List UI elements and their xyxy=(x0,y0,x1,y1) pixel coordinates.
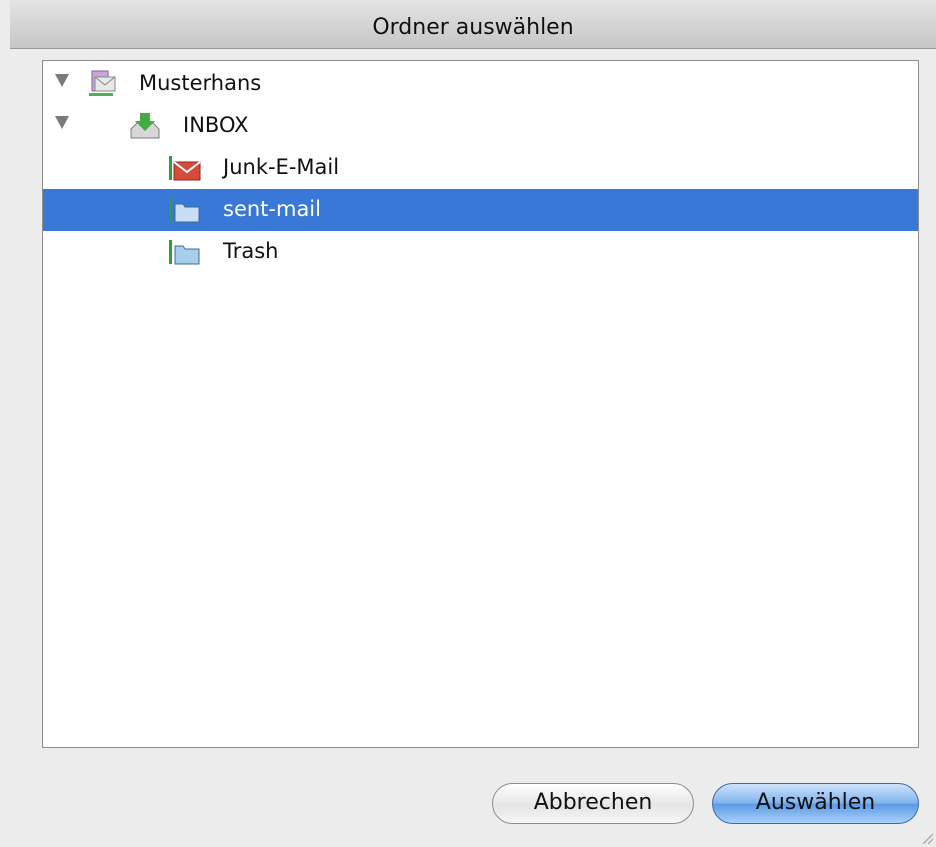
tree-row-inbox[interactable]: INBOX xyxy=(43,105,918,147)
tree-label-sent-mail: sent-mail xyxy=(223,197,321,221)
resize-grip-icon[interactable] xyxy=(920,831,934,845)
disclosure-triangle-icon[interactable] xyxy=(55,116,69,129)
tree-label-junk: Junk-E-Mail xyxy=(223,155,340,179)
tree-row-sent-mail[interactable]: sent-mail xyxy=(43,189,918,231)
dialog-title: Ordner auswählen xyxy=(10,0,936,49)
tree-label-inbox: INBOX xyxy=(183,113,249,137)
folder-icon xyxy=(169,198,200,223)
tree-row-account[interactable]: Musterhans xyxy=(43,63,918,105)
tree-label-account: Musterhans xyxy=(139,71,262,95)
cancel-button[interactable]: Abbrechen xyxy=(492,783,694,824)
inbox-icon xyxy=(130,113,160,139)
select-button[interactable]: Auswählen xyxy=(712,783,919,824)
tree-row-trash[interactable]: Trash xyxy=(43,231,918,273)
folder-icon xyxy=(169,240,200,265)
disclosure-triangle-icon[interactable] xyxy=(55,74,69,87)
junk-mail-icon xyxy=(169,156,201,181)
folder-tree[interactable]: Musterhans INBOX Junk-E-Mail sent-mail T… xyxy=(42,60,919,748)
tree-label-trash: Trash xyxy=(223,239,279,263)
tree-row-junk[interactable]: Junk-E-Mail xyxy=(43,147,918,189)
account-icon xyxy=(89,70,116,96)
